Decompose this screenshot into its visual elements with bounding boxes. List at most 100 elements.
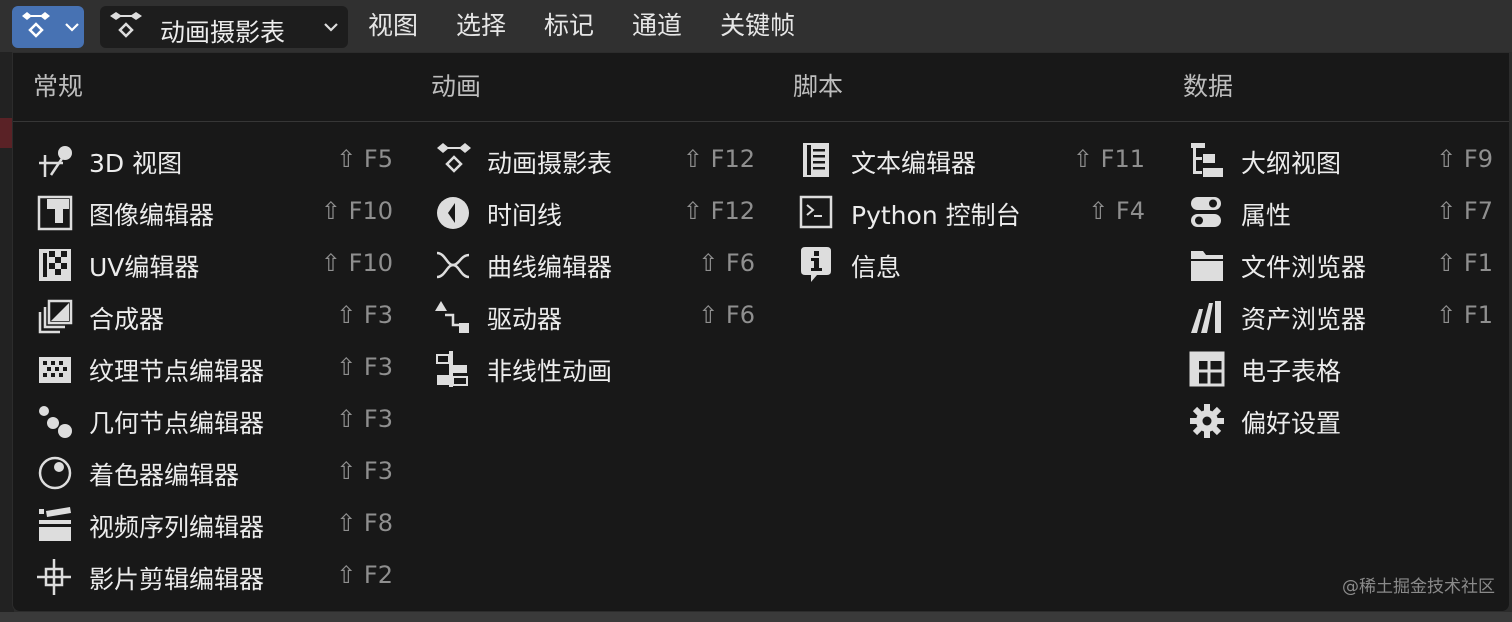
menu-item-shortcut: ⇧ F3 (336, 301, 393, 329)
menu-item-label: 着色器编辑器 (89, 461, 240, 490)
menu-bar: 视图 选择 标记 通道 关键帧 (368, 8, 833, 44)
nla-icon (435, 351, 475, 387)
menu-item-shortcut: ⇧ F7 (1436, 197, 1493, 225)
editor-type-button[interactable] (12, 6, 84, 48)
movie-clip-icon (37, 559, 77, 595)
menu-item-label: 动画摄影表 (487, 149, 613, 178)
menu-item-shortcut: ⇧ F3 (336, 457, 393, 485)
properties-icon (1189, 195, 1229, 231)
menu-item-label: 属性 (1241, 201, 1292, 230)
3d-viewport-icon (37, 143, 77, 179)
menu-item-uv-editor[interactable]: UV编辑器 ⇧ F10 (37, 239, 393, 289)
menu-item-label: 时间线 (487, 201, 563, 230)
menu-item-shader-editor[interactable]: 着色器编辑器 ⇧ F3 (37, 447, 393, 497)
menu-item-info[interactable]: 信息 (799, 239, 1145, 289)
menu-item-dopesheet[interactable]: 动画摄影表 ⇧ F12 (435, 135, 755, 185)
menu-item-label: 信息 (851, 253, 902, 282)
dopesheet-icon (20, 12, 52, 42)
gear-icon (1189, 403, 1229, 439)
menu-item-label: 3D 视图 (89, 149, 183, 178)
menu-item-shortcut: ⇧ F10 (320, 197, 393, 225)
menu-item-graph-editor[interactable]: 曲线编辑器 ⇧ F6 (435, 239, 755, 289)
menu-item-python-console[interactable]: Python 控制台 ⇧ F4 (799, 187, 1145, 237)
menu-item-shortcut: ⇧ F4 (1088, 197, 1145, 225)
menu-item-label: 合成器 (89, 305, 165, 334)
asset-browser-icon (1189, 299, 1229, 335)
info-icon (799, 247, 839, 283)
menu-item-label: 非线性动画 (487, 357, 613, 386)
menu-item-label: Python 控制台 (851, 201, 1021, 230)
menu-item-asset-browser[interactable]: 资产浏览器 ⇧ F1 (1189, 291, 1493, 341)
menu-item-label: 大纲视图 (1241, 149, 1342, 178)
texture-node-icon (37, 351, 77, 387)
menu-item-label: 影片剪辑编辑器 (89, 565, 265, 594)
menu-item-label: 文本编辑器 (851, 149, 977, 178)
menu-item-spreadsheet[interactable]: 电子表格 (1189, 343, 1493, 393)
menu-item-shortcut: ⇧ F1 (1436, 301, 1493, 329)
menu-item-video-sequencer[interactable]: 视频序列编辑器 ⇧ F8 (37, 499, 393, 549)
menu-item-shortcut: ⇧ F11 (1072, 145, 1145, 173)
menu-item-shortcut: ⇧ F5 (336, 145, 393, 173)
menu-marker[interactable]: 标记 (544, 8, 594, 44)
menu-item-shortcut: ⇧ F9 (1436, 145, 1493, 173)
menu-item-nla[interactable]: 非线性动画 (435, 343, 755, 393)
menu-item-movie-clip-editor[interactable]: 影片剪辑编辑器 ⇧ F2 (37, 551, 393, 601)
menu-item-shortcut: ⇧ F6 (698, 249, 755, 277)
column-title-data: 数据 (1183, 72, 1234, 101)
menu-view[interactable]: 视图 (368, 8, 418, 44)
menu-item-label: 偏好设置 (1241, 409, 1342, 438)
background-editor-edge-bottom (0, 612, 1512, 622)
graph-editor-icon (435, 247, 475, 283)
file-browser-icon (1189, 247, 1229, 283)
menu-item-label: 纹理节点编辑器 (89, 357, 265, 386)
image-editor-icon (37, 195, 77, 231)
menu-select[interactable]: 选择 (456, 8, 506, 44)
menu-item-text-editor[interactable]: 文本编辑器 ⇧ F11 (799, 135, 1145, 185)
menu-item-label: 几何节点编辑器 (89, 409, 265, 438)
mode-dropdown[interactable]: 动画摄影表 (100, 6, 348, 48)
editor-type-menu: 常规 动画 脚本 数据 3D 视图 ⇧ F5 图像编辑器 ⇧ F10 UV编辑器… (12, 52, 1510, 612)
menu-item-image-editor[interactable]: 图像编辑器 ⇧ F10 (37, 187, 393, 237)
menu-item-preferences[interactable]: 偏好设置 (1189, 395, 1493, 445)
menu-item-texture-node-editor[interactable]: 纹理节点编辑器 ⇧ F3 (37, 343, 393, 393)
background-editor-marker (0, 118, 12, 148)
menu-item-label: 驱动器 (487, 305, 563, 334)
menu-item-shortcut: ⇧ F3 (336, 405, 393, 433)
shader-editor-icon (37, 455, 77, 491)
outliner-icon (1189, 143, 1229, 179)
chevron-down-icon (64, 20, 80, 34)
chevron-down-icon (322, 20, 340, 34)
menu-item-shortcut: ⇧ F3 (336, 353, 393, 381)
compositor-icon (37, 299, 77, 335)
menu-item-label: 曲线编辑器 (487, 253, 613, 282)
menu-item-shortcut: ⇧ F12 (682, 145, 755, 173)
menu-item-file-browser[interactable]: 文件浏览器 ⇧ F1 (1189, 239, 1493, 289)
menu-key[interactable]: 关键帧 (720, 8, 795, 44)
python-console-icon (799, 195, 839, 231)
menu-item-shortcut: ⇧ F1 (1436, 249, 1493, 277)
column-title-scripting: 脚本 (793, 72, 844, 101)
menu-item-shortcut: ⇧ F8 (336, 509, 393, 537)
menu-item-label: 图像编辑器 (89, 201, 215, 230)
menu-item-shortcut: ⇧ F10 (320, 249, 393, 277)
timeline-icon (435, 195, 475, 231)
menu-item-label: 电子表格 (1241, 357, 1342, 386)
menu-item-outliner[interactable]: 大纲视图 ⇧ F9 (1189, 135, 1493, 185)
uv-editor-icon (37, 247, 77, 283)
menu-item-shortcut: ⇧ F2 (336, 561, 393, 589)
video-sequencer-icon (37, 507, 77, 543)
menu-item-3d-viewport[interactable]: 3D 视图 ⇧ F5 (37, 135, 393, 185)
menu-item-compositor[interactable]: 合成器 ⇧ F3 (37, 291, 393, 341)
menu-divider (13, 121, 1509, 122)
menu-item-label: 资产浏览器 (1241, 305, 1367, 334)
menu-item-geometry-node-editor[interactable]: 几何节点编辑器 ⇧ F3 (37, 395, 393, 445)
text-editor-icon (799, 143, 839, 179)
watermark: @稀土掘金技术社区 (1342, 577, 1495, 597)
menu-item-properties[interactable]: 属性 ⇧ F7 (1189, 187, 1493, 237)
menu-item-drivers[interactable]: 驱动器 ⇧ F6 (435, 291, 755, 341)
menu-channel[interactable]: 通道 (632, 8, 682, 44)
dopesheet-icon (435, 143, 475, 179)
menu-item-timeline[interactable]: 时间线 ⇧ F12 (435, 187, 755, 237)
menu-item-shortcut: ⇧ F12 (682, 197, 755, 225)
menu-item-label: 文件浏览器 (1241, 253, 1367, 282)
